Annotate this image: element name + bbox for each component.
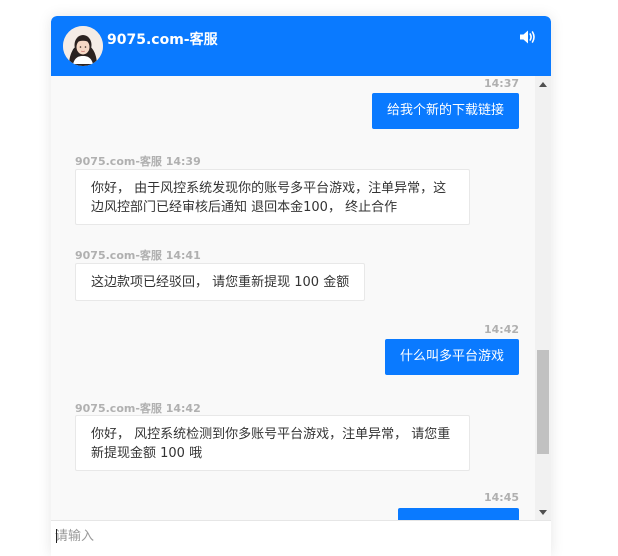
scroll-down-arrow-icon[interactable] (535, 504, 551, 520)
chat-title: 9075.com-客服 (107, 32, 218, 48)
message-list[interactable]: 14:37 给我个新的下载链接 9075.com-客服 14:39 你好， 由于… (51, 76, 535, 520)
message-sender-time: 9075.com-客服 14:41 (75, 249, 201, 262)
incoming-message-bubble: 你好， 由于风控系统发现你的账号多平台游戏，注单异常，这边风控部门已经审核后通知… (75, 169, 470, 225)
message-sender-time: 9075.com-客服 14:42 (75, 402, 201, 415)
scroll-thumb[interactable] (537, 350, 549, 454)
incoming-message-bubble: 这边款项已经驳回， 请您重新提现 100 金额 (75, 263, 366, 301)
message-input-area (51, 520, 551, 556)
outgoing-message-bubble (398, 508, 519, 520)
incoming-message-bubble: 你好， 风控系统检测到你多账号平台游戏，注单异常， 请您重新提现金额 100 哦 (75, 415, 470, 471)
scroll-up-arrow-icon[interactable] (535, 76, 551, 92)
outgoing-message-bubble: 什么叫多平台游戏 (384, 339, 519, 375)
message-input[interactable] (55, 525, 515, 547)
message-time: 14:37 (483, 77, 519, 90)
message-time: 14:42 (483, 323, 519, 336)
chat-header: 9075.com-客服 (51, 16, 551, 76)
avatar-image (63, 26, 103, 66)
chat-window: 9075.com-客服 14:37 给我个新的下载链接 9075.com-客服 … (51, 16, 551, 556)
agent-avatar (63, 26, 103, 66)
message-time: 14:45 (483, 491, 519, 504)
message-sender-time: 9075.com-客服 14:39 (75, 155, 201, 168)
text-caret (56, 529, 57, 543)
message-scrollbar[interactable] (535, 76, 551, 520)
outgoing-message-bubble: 给我个新的下载链接 (371, 93, 519, 129)
speaker-icon[interactable] (519, 29, 537, 45)
